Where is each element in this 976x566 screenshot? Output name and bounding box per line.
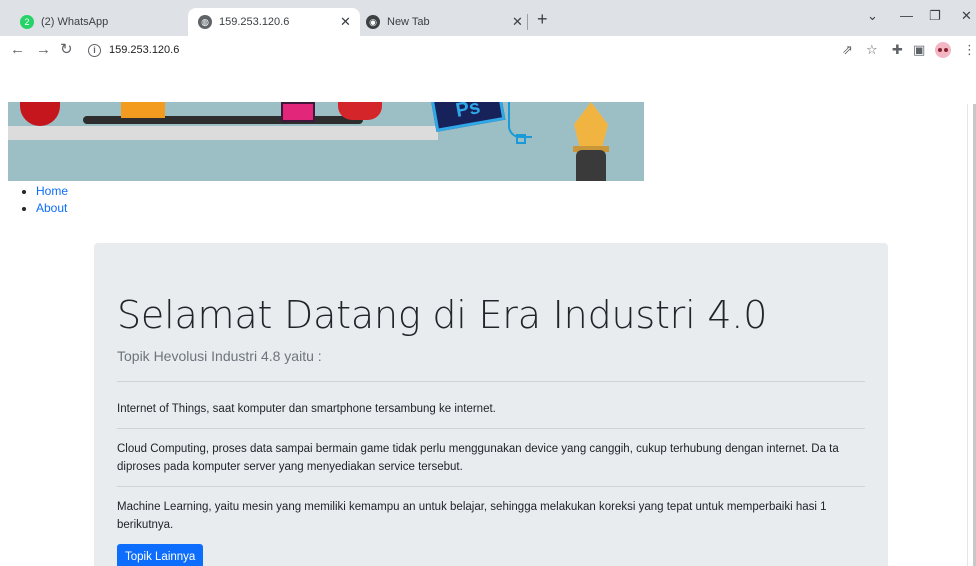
nav-link-about[interactable]: About — [36, 201, 67, 215]
forward-icon[interactable]: → — [36, 41, 51, 59]
banner-cable-plug — [516, 134, 526, 144]
minimize-icon[interactable]: — — [900, 8, 913, 23]
scrollbar-track — [967, 104, 968, 566]
extensions-icon[interactable]: ✚ — [892, 42, 903, 58]
browser-toolbar: ← → ↻ i 159.253.120.6 ⇗ ☆ ✚ ▣ ⋮ — [0, 36, 976, 64]
tab-current[interactable]: ◍ 159.253.120.6 ✕ — [188, 8, 360, 36]
nav-item-home: Home — [22, 183, 68, 200]
main-nav: Home About — [22, 183, 68, 217]
restore-icon[interactable]: ❐ — [929, 8, 941, 24]
address-text: 159.253.120.6 — [109, 44, 180, 56]
divider — [117, 381, 865, 382]
page-title: Selamat Datang di Era Industri 4.0 — [117, 293, 768, 337]
tab-new-tab[interactable]: ◉ New Tab ✕ — [362, 8, 524, 36]
tab-title: 159.253.120.6 — [219, 16, 290, 28]
close-window-icon[interactable]: ✕ — [961, 8, 972, 24]
page-viewport: Ps Home About Selamat Datang di Era Indu… — [0, 64, 976, 566]
browser-tabbar: 2 (2) WhatsApp ✕ ◍ 159.253.120.6 ✕ ◉ New… — [0, 0, 976, 36]
profile-avatar[interactable] — [935, 42, 951, 58]
address-bar[interactable]: i 159.253.120.6 — [82, 38, 822, 62]
share-icon[interactable]: ⇗ — [842, 42, 853, 58]
banner-red-object — [20, 102, 60, 126]
header-banner-image: Ps — [8, 102, 644, 181]
banner-pen-body — [576, 150, 606, 181]
divider — [117, 486, 865, 487]
banner-orange-box — [121, 102, 165, 118]
close-icon[interactable]: ✕ — [340, 14, 351, 30]
tab-search-icon[interactable]: ⌄ — [867, 8, 878, 24]
globe-icon: ◍ — [198, 15, 212, 29]
topic-paragraph-ml: Machine Learning, yaitu mesin yang memil… — [117, 501, 827, 531]
chrome-icon: ◉ — [366, 15, 380, 29]
more-topics-button[interactable]: Topik Lainnya — [117, 544, 204, 566]
topic-paragraph-cloud: Cloud Computing, proses data sampai berm… — [117, 443, 839, 473]
star-icon[interactable]: ☆ — [866, 42, 878, 58]
close-icon[interactable]: ✕ — [512, 14, 523, 30]
jumbotron: Selamat Datang di Era Industri 4.0 Topik… — [94, 243, 888, 566]
divider — [117, 428, 865, 429]
tab-separator — [527, 14, 528, 30]
tab-title: New Tab — [387, 16, 430, 28]
banner-red-cup — [338, 102, 382, 120]
banner-ps-text: Ps — [453, 102, 482, 122]
lead-text: Topik Hevolusi Industri 4.8 yaitu : — [117, 348, 322, 364]
new-tab-button[interactable]: + — [537, 10, 548, 28]
info-icon[interactable]: i — [88, 43, 101, 57]
sidepanel-icon[interactable]: ▣ — [913, 42, 925, 58]
tab-whatsapp[interactable]: 2 (2) WhatsApp ✕ — [20, 8, 210, 36]
banner-indesign-icon — [281, 102, 315, 122]
banner-pen-nib — [574, 102, 608, 152]
nav-item-about: About — [22, 200, 68, 217]
topic-paragraph-iot: Internet of Things, saat komputer dan sm… — [117, 403, 496, 415]
banner-photoshop-icon: Ps — [430, 102, 506, 132]
menu-icon[interactable]: ⋮ — [963, 42, 976, 58]
whatsapp-icon: 2 — [20, 15, 34, 29]
back-icon[interactable]: ← — [10, 41, 25, 59]
nav-link-home[interactable]: Home — [36, 184, 68, 198]
banner-shelf — [8, 126, 438, 140]
tab-title: (2) WhatsApp — [41, 16, 109, 28]
banner-cable — [508, 102, 532, 138]
reload-icon[interactable]: ↻ — [60, 41, 73, 59]
